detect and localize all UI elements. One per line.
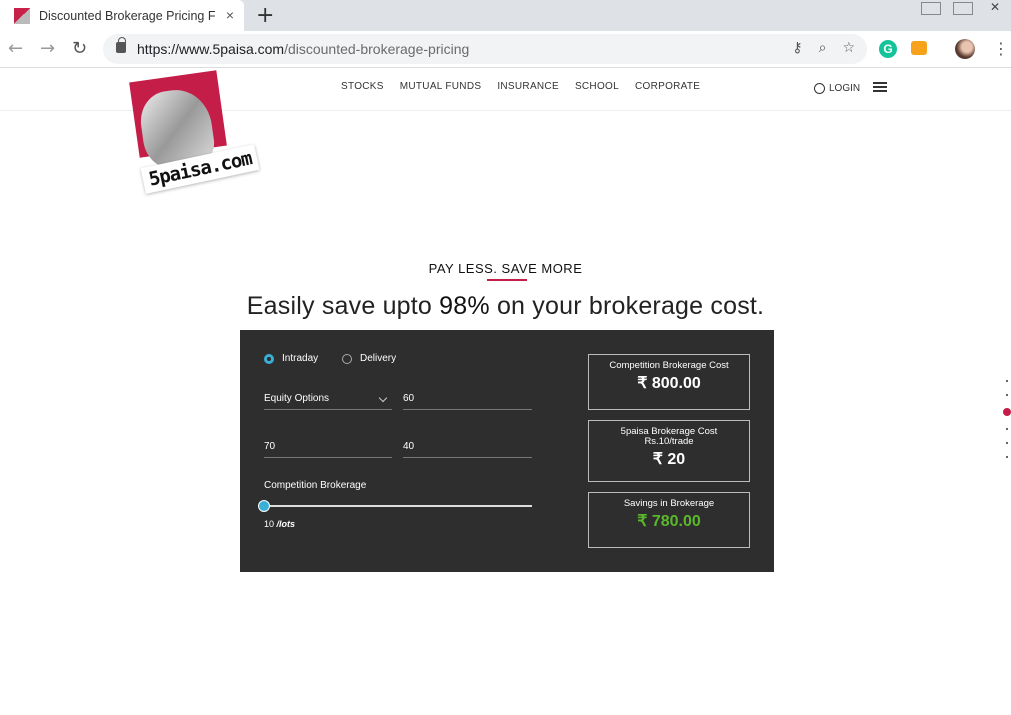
browser-tab[interactable]: Discounted Brokerage Pricing Fo × — [0, 0, 244, 31]
competition-cost-box: Competition Brokerage Cost ₹ 800.00 — [588, 354, 750, 410]
browser-toolbar: ← → ↻ https://www.5paisa.com/discounted-… — [0, 31, 1011, 68]
slider-handle[interactable] — [258, 500, 270, 512]
star-icon[interactable]: ☆ — [842, 40, 855, 56]
browser-tabbar: Discounted Brokerage Pricing Fo × + ✕ — [0, 0, 1011, 31]
lock-icon — [116, 37, 126, 53]
chevron-down-icon — [378, 393, 388, 403]
nav-school[interactable]: SCHOOL — [575, 81, 619, 92]
address-bar[interactable]: https://www.5paisa.com/discounted-broker… — [103, 34, 867, 64]
login-label: LOGIN — [829, 83, 861, 94]
hamburger-menu-icon[interactable] — [873, 82, 887, 92]
site-logo[interactable]: 5paisa.com — [129, 70, 260, 194]
profile-avatar[interactable] — [955, 39, 975, 59]
main-nav: STOCKS MUTUAL FUNDS INSURANCE SCHOOL COR… — [341, 81, 700, 92]
nav-stocks[interactable]: STOCKS — [341, 81, 384, 92]
window-controls: ✕ — [915, 0, 1011, 17]
segment-select[interactable]: Equity Options — [264, 390, 392, 410]
reload-icon[interactable]: ↻ — [72, 38, 87, 59]
fivepaisa-cost-amount: ₹ 20 — [652, 451, 686, 468]
slider-label: Competition Brokerage — [264, 480, 367, 491]
dot-nav-item[interactable] — [1006, 442, 1008, 444]
forward-icon[interactable]: → — [40, 38, 55, 59]
tagline-underline — [487, 279, 527, 281]
favicon-icon — [14, 7, 30, 24]
nav-insurance[interactable]: INSURANCE — [497, 81, 559, 92]
user-icon — [814, 83, 825, 94]
radio-unchecked-icon — [342, 353, 352, 364]
back-icon[interactable]: ← — [8, 38, 23, 59]
nav-corporate[interactable]: CORPORATE — [635, 81, 700, 92]
close-window-icon[interactable]: ✕ — [979, 0, 1011, 16]
tab-title: Discounted Brokerage Pricing Fo — [39, 8, 215, 23]
dot-nav-item[interactable] — [1006, 394, 1008, 396]
radio-delivery[interactable]: Delivery — [342, 353, 396, 364]
login-link[interactable]: LOGIN — [814, 83, 860, 94]
new-tab-button[interactable]: + — [256, 3, 274, 28]
quantity-input-2[interactable]: 70 — [264, 438, 392, 458]
brokerage-calculator: Intraday Delivery Equity Options 60 70 4… — [240, 330, 774, 572]
nav-mutual-funds[interactable]: MUTUAL FUNDS — [400, 81, 482, 92]
zoom-icon[interactable]: ⌕ — [819, 40, 827, 56]
section-dot-nav — [1003, 380, 1011, 470]
radio-checked-icon — [264, 353, 274, 364]
fivepaisa-cost-box: 5paisa Brokerage Cost Rs.10/trade ₹ 20 — [588, 420, 750, 482]
url-text[interactable]: https://www.5paisa.com/discounted-broker… — [137, 41, 469, 57]
key-icon[interactable]: ⚷ — [792, 40, 802, 56]
browser-menu-icon[interactable]: ⋮ — [993, 39, 1009, 58]
dot-nav-item[interactable] — [1006, 456, 1008, 458]
grammarly-extension-icon[interactable]: G — [879, 40, 897, 58]
competition-cost-amount: ₹ 800.00 — [637, 375, 701, 392]
savings-amount: ₹ 780.00 — [637, 513, 701, 530]
radio-intraday[interactable]: Intraday — [264, 353, 318, 364]
hero-headline: Easily save upto 98% on your brokerage c… — [246, 292, 765, 320]
minimize-icon[interactable] — [921, 2, 941, 15]
dot-nav-item[interactable] — [1006, 380, 1008, 382]
restore-icon[interactable] — [953, 2, 973, 15]
competition-brokerage-slider[interactable] — [264, 505, 532, 507]
dot-nav-item-active[interactable] — [1003, 408, 1011, 416]
quantity-input-1[interactable]: 60 — [403, 390, 532, 410]
savings-box: Savings in Brokerage ₹ 780.00 — [588, 492, 750, 548]
quantity-input-3[interactable]: 40 — [403, 438, 532, 458]
slider-value: 10 /lots — [264, 519, 296, 529]
close-tab-icon[interactable]: × — [226, 7, 234, 23]
extension-icon[interactable] — [911, 41, 927, 55]
hero-tagline: PAY LESS. SAVE MORE — [428, 261, 583, 276]
dot-nav-item[interactable] — [1006, 428, 1008, 430]
